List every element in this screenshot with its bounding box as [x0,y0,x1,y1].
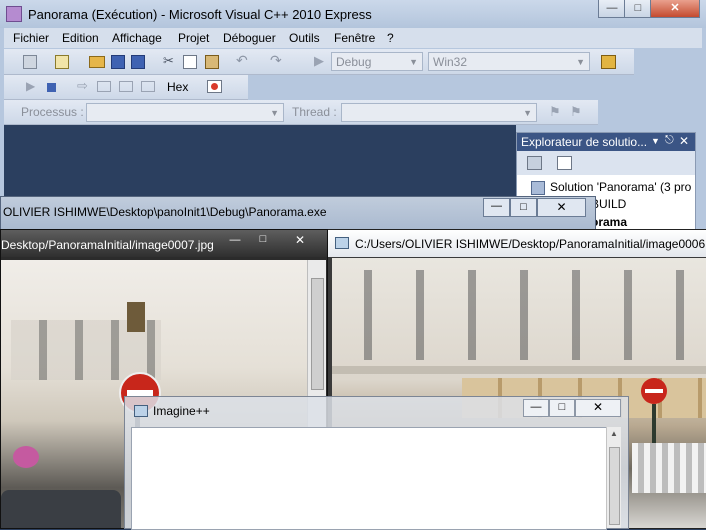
imagine-canvas[interactable] [131,427,607,530]
breakpoint-dot-icon [211,83,218,90]
save-all-icon[interactable] [131,55,145,69]
scroll-thumb[interactable] [609,447,620,525]
chevron-down-icon: ▼ [270,108,279,118]
menu-affichage[interactable]: Affichage [112,31,162,45]
imagine-app-icon [134,405,148,417]
imagine-title: Imagine++ [153,404,210,418]
continue-icon[interactable]: ▶ [26,79,35,93]
balconies [332,366,706,374]
add-item-icon[interactable] [55,55,69,69]
cut-icon[interactable]: ✂ [163,53,174,69]
redo-icon[interactable]: ↷ [270,52,282,69]
process-label: Processus : [21,105,84,119]
solution-explorer-toolbar [517,151,695,175]
tree-item-build[interactable]: BUILD [591,197,626,211]
scroll-up-icon[interactable]: ▲ [610,429,618,438]
imagine-window: Imagine++ — □ ✕ ▲ [124,396,629,530]
console-title: OLIVIER ISHIMWE\Desktop\panoInit1\Debug\… [3,205,327,219]
step-into-icon[interactable] [97,81,111,92]
solution-config-combo[interactable]: Debug ▼ [331,52,423,71]
thread-label: Thread : [292,105,337,119]
flowers [13,446,39,468]
imagine-close-button[interactable]: ✕ [575,399,621,417]
solution-icon [531,181,545,195]
breakpoints-icon[interactable] [207,80,222,93]
street-railing [632,443,706,493]
building-windows [342,270,702,360]
image-0006-title: C:/Users/OLIVIER ISHIMWE/Desktop/Panoram… [355,237,706,251]
image-0007-maximize-button[interactable]: □ [251,233,275,248]
menu-fichier[interactable]: Fichier [13,31,49,45]
imagine-scrollbar[interactable]: ▲ [606,427,621,528]
menu-outils[interactable]: Outils [289,31,320,45]
image-0006-titlebar: C:/Users/OLIVIER ISHIMWE/Desktop/Panoram… [328,230,706,257]
paste-icon[interactable] [205,55,219,69]
platform-combo[interactable]: Win32 ▼ [428,52,590,71]
solution-explorer-header: Explorateur de solutio... ▼ ⎋ ✕ [517,133,695,151]
show-all-files-icon[interactable] [557,156,572,170]
undo-icon[interactable]: ↶ [236,52,248,69]
menu-projet[interactable]: Projet [178,31,209,45]
chevron-down-icon: ▼ [523,108,532,118]
console-close-button[interactable]: ✕ [537,198,586,217]
imagine-titlebar: Imagine++ — □ ✕ [125,397,628,423]
menu-deboguer[interactable]: Déboguer [223,31,276,45]
vs-title: Panorama (Exécution) - Microsoft Visual … [28,7,372,22]
pin-icon[interactable]: ⎋ [665,134,674,147]
tree-item-panorama[interactable]: orama [591,215,627,229]
image-0007-minimize-button[interactable]: — [223,234,247,249]
console-maximize-button[interactable]: □ [510,198,537,217]
flag-all-threads-icon[interactable]: ⚑ [570,104,582,120]
menu-edition[interactable]: Edition [62,31,99,45]
street-lamp [127,302,145,332]
solution-explorer-title: Explorateur de solutio... [521,135,648,149]
properties-icon[interactable] [527,156,542,170]
chevron-down-icon[interactable]: ▼ [651,136,660,146]
console-window: OLIVIER ISHIMWE\Desktop\panoInit1\Debug\… [0,196,596,232]
new-project-icon[interactable] [23,55,37,69]
vs-maximize-button[interactable]: □ [624,0,652,18]
start-debug-icon[interactable]: ▶ [314,53,324,69]
close-icon[interactable]: ✕ [679,134,689,148]
vs-close-button[interactable]: ✕ [650,0,700,18]
thread-combo[interactable]: ▼ [341,103,537,122]
chevron-down-icon: ▼ [409,57,418,67]
hex-button[interactable]: Hex [167,80,188,94]
imagine-maximize-button[interactable]: □ [549,399,575,417]
image-0007-close-button[interactable]: ✕ [287,233,313,248]
console-minimize-button[interactable]: — [483,198,510,217]
menu-help[interactable]: ? [387,31,394,45]
imagine-minimize-button[interactable]: — [523,399,549,417]
vs-minimize-button[interactable]: — [598,0,626,18]
chevron-down-icon: ▼ [576,57,585,67]
dark-car [1,490,121,528]
sign-bar [645,389,663,393]
open-folder-icon[interactable] [89,56,105,68]
vs-titlebar: Panorama (Exécution) - Microsoft Visual … [0,0,706,28]
save-icon[interactable] [111,55,125,69]
step-out-icon[interactable] [141,81,155,92]
image-0007-titlebar: Desktop/PanoramaInitial/image0007.jpg — … [1,230,327,257]
scroll-thumb[interactable] [311,278,324,390]
platform-value: Win32 [433,55,468,69]
no-entry-sign [641,378,667,404]
image-0007-title: Desktop/PanoramaInitial/image0007.jpg [1,238,214,252]
show-next-statement-icon[interactable]: ⇨ [77,78,88,94]
tree-item-solution[interactable]: Solution 'Panorama' (3 pro [550,180,691,194]
stop-debug-icon[interactable] [47,83,56,92]
process-combo[interactable]: ▼ [86,103,284,122]
menu-fenetre[interactable]: Fenêtre [334,31,375,45]
image-window-icon [335,237,349,249]
copy-icon[interactable] [183,55,197,69]
flag-thread-icon[interactable]: ⚑ [549,104,561,120]
solution-config-value: Debug [336,55,372,69]
vs-app-icon [6,6,22,22]
find-in-files-icon[interactable] [601,55,616,69]
step-over-icon[interactable] [119,81,133,92]
